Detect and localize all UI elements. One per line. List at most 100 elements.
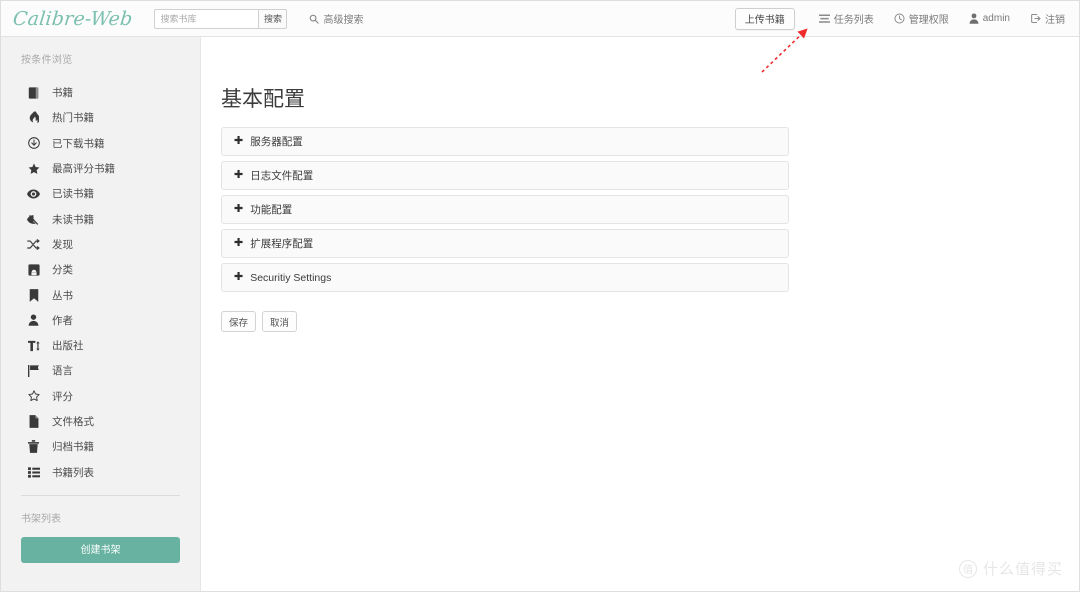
upload-book-button[interactable]: 上传书籍: [734, 7, 795, 30]
panel-header[interactable]: ✚ Securitiy Settings: [222, 264, 788, 291]
panel-header[interactable]: ✚ 扩展程序配置: [222, 230, 788, 257]
panel-header[interactable]: ✚ 功能配置: [222, 196, 788, 223]
plus-icon: ✚: [234, 237, 244, 249]
config-panel-group: ✚ 服务器配置 ✚ 日志文件配置 ✚ 功能配置 ✚ 扩展程序配置 ✚ Secur…: [221, 127, 789, 292]
sidebar-item-label: 文件格式: [52, 416, 94, 428]
sidebar-item-label: 语言: [52, 365, 73, 378]
panel-title: 服务器配置: [250, 136, 303, 148]
sidebar-item-label: 已读书籍: [52, 188, 94, 201]
panel-header[interactable]: ✚ 日志文件配置: [222, 162, 788, 189]
search-form: 搜索: [154, 8, 288, 29]
download-icon: [27, 137, 40, 150]
user-icon: [27, 314, 40, 327]
plus-icon: ✚: [234, 203, 244, 215]
star-outline-icon: [27, 390, 40, 402]
panel-title: 扩展程序配置: [250, 238, 314, 250]
search-input[interactable]: [154, 8, 259, 29]
eye-icon: [27, 189, 40, 199]
search-button[interactable]: 搜索: [258, 8, 288, 29]
search-icon: [309, 14, 320, 24]
file-icon: [27, 415, 40, 428]
sign-out-icon: [1030, 13, 1041, 24]
panel-title: 功能配置: [250, 204, 293, 216]
app-logo[interactable]: Calibre-Web: [10, 8, 140, 30]
advanced-search-link[interactable]: 高级搜索: [309, 11, 363, 26]
watermark-text: 什么值得买: [982, 561, 1063, 578]
sidebar-shelf-heading: 书架列表: [21, 513, 61, 525]
save-button[interactable]: 保存: [221, 311, 257, 332]
config-panel-external-binaries[interactable]: ✚ 扩展程序配置: [221, 229, 789, 258]
sidebar-item-authors[interactable]: 作者: [1, 308, 200, 333]
config-panel-features[interactable]: ✚ 功能配置: [221, 195, 789, 224]
sidebar-item-label: 丛书: [52, 289, 73, 302]
sidebar-item-label: 归档书籍: [52, 441, 94, 454]
nav-link-admin-permissions-label: 管理权限: [908, 15, 949, 26]
book-icon: [27, 87, 40, 99]
tasks-icon: [818, 14, 830, 24]
panel-title: Securitiy Settings: [250, 271, 332, 284]
navbar-right-group: 上传书籍 任务列表 管理权限 admin 注销: [734, 1, 1071, 36]
sidebar-item-hot-books[interactable]: 热门书籍: [1, 105, 200, 130]
sidebar-item-books[interactable]: 书籍: [1, 80, 200, 105]
nav-link-user-label: admin: [982, 13, 1010, 24]
cancel-button[interactable]: 取消: [262, 311, 298, 332]
star-icon: [27, 163, 40, 175]
plus-icon: ✚: [234, 271, 244, 283]
sidebar: 按条件浏览 书籍 热门书籍 已下载书籍 最高评分书籍 已读书籍 未读书籍 发现 …: [1, 37, 201, 591]
create-shelf-button[interactable]: 创建书架: [21, 536, 180, 563]
config-panel-security[interactable]: ✚ Securitiy Settings: [221, 263, 789, 292]
sidebar-item-file-formats[interactable]: 文件格式: [1, 409, 200, 434]
sidebar-item-label: 出版社: [52, 340, 84, 353]
sidebar-item-label: 评分: [52, 390, 73, 403]
fire-icon: [27, 111, 40, 124]
main-content: 基本配置 ✚ 服务器配置 ✚ 日志文件配置 ✚ 功能配置 ✚ 扩展程序配置 ✚ …: [201, 37, 1079, 591]
user-icon: [969, 13, 979, 24]
sidebar-item-label: 热门书籍: [52, 112, 94, 125]
inbox-icon: [27, 264, 40, 276]
nav-link-logout-label: 注销: [1045, 15, 1065, 26]
app-window: Calibre-Web 搜索 高级搜索 上传书籍: [0, 0, 1080, 592]
sidebar-item-ratings[interactable]: 评分: [1, 384, 200, 409]
plus-icon: ✚: [234, 169, 244, 181]
sidebar-item-archived-books[interactable]: 归档书籍: [1, 434, 200, 459]
sidebar-item-book-list[interactable]: 书籍列表: [1, 459, 200, 484]
nav-link-user[interactable]: admin: [959, 13, 1020, 24]
flag-icon: [27, 364, 40, 377]
advanced-search-label: 高级搜索: [323, 15, 364, 26]
random-icon: [27, 239, 40, 250]
sidebar-item-downloaded-books[interactable]: 已下载书籍: [1, 131, 200, 156]
top-navbar: Calibre-Web 搜索 高级搜索 上传书籍: [1, 1, 1079, 37]
nav-link-tasks[interactable]: 任务列表: [809, 11, 884, 26]
sidebar-item-discover[interactable]: 发现: [1, 232, 200, 257]
config-panel-logfile[interactable]: ✚ 日志文件配置: [221, 161, 789, 190]
nav-link-logout[interactable]: 注销: [1020, 11, 1071, 26]
config-panel-server[interactable]: ✚ 服务器配置: [221, 127, 789, 156]
watermark-badge: 值: [958, 559, 977, 578]
list-icon: [27, 466, 40, 478]
sidebar-item-label: 书籍: [52, 87, 73, 100]
plus-icon: ✚: [234, 135, 244, 147]
bookmark-icon: [27, 288, 40, 302]
sidebar-item-top-rated-books[interactable]: 最高评分书籍: [1, 156, 200, 181]
sidebar-item-unread-books[interactable]: 未读书籍: [1, 206, 200, 231]
panel-title: 日志文件配置: [250, 170, 314, 182]
sidebar-browse-heading: 按条件浏览: [21, 55, 73, 66]
sidebar-item-read-books[interactable]: 已读书籍: [1, 181, 200, 206]
sidebar-item-categories[interactable]: 分类: [1, 257, 200, 282]
watermark: 值 什么值得买: [958, 558, 1063, 579]
sidebar-item-series[interactable]: 丛书: [1, 282, 200, 307]
nav-link-tasks-label: 任务列表: [833, 15, 874, 26]
sidebar-item-label: 最高评分书籍: [52, 163, 115, 176]
sidebar-item-publishers[interactable]: 出版社: [1, 333, 200, 358]
sidebar-item-languages[interactable]: 语言: [1, 358, 200, 383]
form-actions: 保存 取消: [221, 311, 1079, 332]
trash-icon: [27, 440, 40, 454]
sidebar-nav-list: 书籍 热门书籍 已下载书籍 最高评分书籍 已读书籍 未读书籍 发现 分类 丛书 …: [1, 80, 200, 485]
sidebar-item-label: 未读书籍: [52, 213, 94, 226]
panel-header[interactable]: ✚ 服务器配置: [222, 128, 788, 155]
body-container: 按条件浏览 书籍 热门书籍 已下载书籍 最高评分书籍 已读书籍 未读书籍 发现 …: [1, 37, 1079, 591]
nav-link-admin-permissions[interactable]: 管理权限: [884, 11, 959, 26]
text-height-icon: [27, 340, 40, 352]
clock-icon: [894, 13, 905, 24]
sidebar-item-label: 发现: [52, 238, 73, 251]
